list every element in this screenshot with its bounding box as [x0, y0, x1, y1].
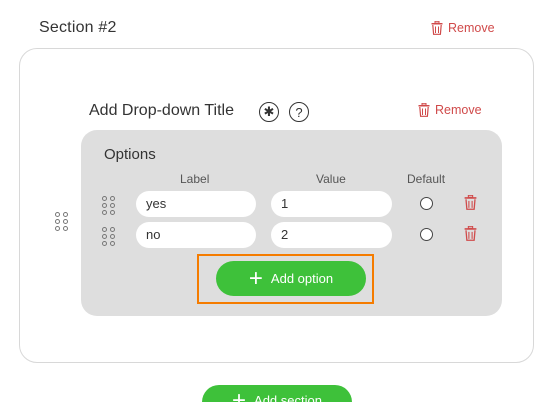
add-section-label: Add section — [254, 393, 322, 402]
option-default-radio[interactable] — [420, 197, 433, 210]
options-heading: Options — [104, 146, 156, 163]
remove-dropdown-label: Remove — [435, 103, 482, 117]
section-title: Section #2 — [39, 19, 117, 36]
option-label-input[interactable] — [136, 222, 256, 248]
option-value-input[interactable] — [271, 191, 392, 217]
remove-section-button[interactable]: Remove — [431, 21, 495, 35]
column-header-label: Label — [180, 172, 210, 186]
question-icon: ? — [295, 104, 303, 120]
delete-option-trash-icon[interactable] — [464, 195, 477, 210]
option-label-input[interactable] — [136, 191, 256, 217]
option-row-drag-handle-icon[interactable] — [102, 196, 115, 215]
plus-icon: + — [232, 387, 247, 402]
option-value-input[interactable] — [271, 222, 392, 248]
column-header-default: Default — [407, 172, 446, 186]
dropdown-title[interactable]: Add Drop-down Title — [89, 102, 234, 120]
add-option-button[interactable]: + Add option — [216, 261, 366, 296]
required-toggle-button[interactable]: ✱ — [259, 102, 279, 122]
trash-icon — [431, 21, 443, 35]
remove-dropdown-button[interactable]: Remove — [418, 103, 482, 117]
asterisk-icon: ✱ — [263, 104, 275, 119]
help-button[interactable]: ? — [289, 102, 309, 122]
add-section-button[interactable]: + Add section — [202, 385, 352, 402]
plus-icon: + — [248, 264, 263, 292]
delete-option-trash-icon[interactable] — [464, 226, 477, 241]
option-default-radio[interactable] — [420, 228, 433, 241]
option-row-drag-handle-icon[interactable] — [102, 227, 115, 246]
column-header-value: Value — [316, 172, 346, 186]
trash-icon — [418, 103, 430, 117]
form-builder-page: Section #2 Remove Add Drop-down Title ✱ … — [0, 0, 559, 402]
add-option-label: Add option — [270, 271, 334, 286]
remove-section-label: Remove — [448, 21, 495, 35]
dropdown-drag-handle-icon[interactable] — [55, 212, 68, 231]
